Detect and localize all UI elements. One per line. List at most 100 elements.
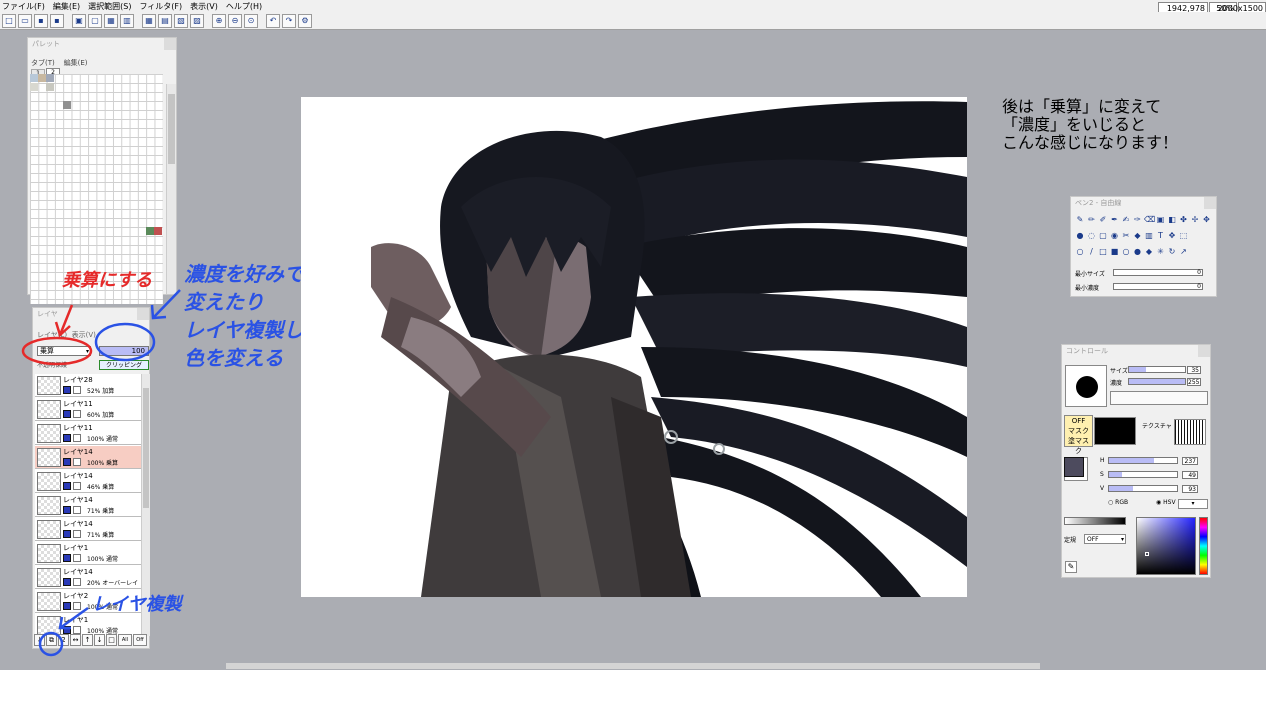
layer-lock-icon[interactable] — [73, 506, 81, 514]
layer-row[interactable]: レイヤ1 100% 通常 — [35, 614, 141, 636]
airbrush-icon[interactable]: ✐ — [1098, 215, 1108, 225]
layer-lock-icon[interactable] — [73, 530, 81, 538]
layer-row[interactable]: レイヤ14 20% オーバーレイ — [35, 566, 141, 589]
layer-row[interactable]: レイヤ11 60% 加算 — [35, 398, 141, 421]
value-value[interactable]: 93 — [1182, 485, 1198, 493]
transform-icon[interactable]: ✥ — [1167, 231, 1177, 241]
layer-visibility-icon[interactable] — [63, 434, 71, 442]
sparkle-icon[interactable]: ✳ — [1156, 247, 1166, 257]
layer-row[interactable]: レイヤ28 52% 加算 — [35, 374, 141, 397]
layer-visibility-icon[interactable] — [63, 386, 71, 394]
density-slider[interactable] — [1128, 378, 1186, 385]
brush-icon[interactable]: ✒ — [1110, 215, 1120, 225]
layer-lock-icon[interactable] — [73, 602, 81, 610]
open-file-icon[interactable]: ▭ — [18, 13, 32, 28]
move-up-button[interactable]: ↑ — [82, 634, 93, 646]
menu-file[interactable]: ファイル(F) — [2, 1, 45, 12]
selection-eraser-icon[interactable]: ◧ — [1167, 215, 1177, 225]
text-icon[interactable]: T — [1156, 231, 1166, 241]
texture-swatch[interactable] — [1174, 419, 1206, 445]
layer-menu-layer[interactable]: レイヤ(L) — [37, 331, 67, 339]
menu-help[interactable]: ヘルプ(H) — [226, 1, 262, 12]
rgb-radio[interactable]: ○ RGB — [1108, 499, 1128, 506]
mask-toggle[interactable]: OFF マスク 塗マスク — [1064, 415, 1093, 455]
circle-icon[interactable]: ○ — [1121, 247, 1131, 257]
value-slider[interactable] — [1108, 485, 1178, 492]
duplicate-layer-button[interactable]: ⧉ — [46, 634, 57, 646]
move-down-button[interactable]: ↓ — [94, 634, 105, 646]
curve-icon[interactable]: ○ — [1075, 247, 1085, 257]
layer-lock-icon[interactable] — [73, 410, 81, 418]
layer-visibility-icon[interactable] — [63, 530, 71, 538]
transfer-layer-button[interactable]: ↔ — [70, 634, 81, 646]
clear-layer-button[interactable]: □ — [106, 634, 117, 646]
layer-visibility-icon[interactable] — [63, 458, 71, 466]
save-as-icon[interactable]: ▪ — [50, 13, 64, 28]
rect-select-icon[interactable]: ⬚ — [1179, 231, 1189, 241]
size-value[interactable]: 35 — [1187, 366, 1201, 374]
new-layer-button[interactable]: ↓ — [34, 634, 45, 646]
select-icon[interactable]: ▣ — [1156, 215, 1166, 225]
color-picker-square[interactable] — [1136, 517, 1196, 575]
close-icon[interactable] — [1198, 345, 1210, 357]
ruler-dropdown[interactable]: OFF ▾ — [1084, 534, 1126, 544]
pen-icon[interactable]: ✎ — [1075, 215, 1085, 225]
selection-icon[interactable]: ▣ — [72, 13, 86, 28]
scissors-icon[interactable]: ✂ — [1121, 231, 1131, 241]
eraser-icon[interactable]: ⌫ — [1144, 215, 1155, 225]
undo-icon[interactable]: ↶ — [266, 13, 280, 28]
blur-icon[interactable]: ◌ — [1087, 231, 1097, 241]
layer-lock-icon[interactable] — [73, 386, 81, 394]
hsv-radio[interactable]: ◉ HSV — [1156, 499, 1176, 506]
menu-edit[interactable]: 編集(E) — [53, 1, 80, 12]
bucket-icon[interactable]: ▢ — [1098, 231, 1108, 241]
close-icon[interactable] — [164, 38, 176, 50]
min-size-slider[interactable]: 0 — [1113, 269, 1203, 276]
diamond-icon[interactable]: ◆ — [1144, 247, 1154, 257]
water-icon[interactable]: ● — [1075, 231, 1085, 241]
palette-menu-edit[interactable]: 編集(E) — [64, 59, 88, 67]
layer-lock-icon[interactable] — [73, 626, 81, 634]
brush-size-presets[interactable] — [1110, 391, 1208, 405]
rotate-icon[interactable]: ↻ — [1167, 247, 1177, 257]
protect-opacity-checkbox[interactable]: 不透明保護 — [37, 360, 67, 369]
filled-circle-icon[interactable]: ● — [1133, 247, 1143, 257]
lasso-icon[interactable]: ✤ — [1179, 215, 1189, 225]
mask-color-swatch[interactable] — [1094, 417, 1136, 445]
layer-lock-icon[interactable] — [73, 434, 81, 442]
layer-lock-icon[interactable] — [73, 554, 81, 562]
hue-slider[interactable] — [1108, 457, 1178, 464]
merge-layer-button[interactable]: 2 — [58, 634, 69, 646]
layer-visibility-icon[interactable] — [63, 626, 71, 634]
layer-row[interactable]: レイヤ11 100% 通常 — [35, 422, 141, 445]
saturation-value[interactable]: 49 — [1182, 471, 1198, 479]
palette-scrollbar[interactable] — [166, 84, 176, 294]
menu-view[interactable]: 表示(V) — [190, 1, 218, 12]
saturation-slider[interactable] — [1108, 471, 1178, 478]
eyedropper-icon[interactable]: ✎ — [1065, 561, 1077, 573]
layer-visibility-icon[interactable] — [63, 554, 71, 562]
filled-square-icon[interactable]: ■ — [1110, 247, 1120, 257]
menu-filter[interactable]: フィルタ(F) — [139, 1, 182, 12]
layer-lock-icon[interactable] — [73, 578, 81, 586]
pencil-icon[interactable]: ✏ — [1087, 215, 1097, 225]
layer-lock-icon[interactable] — [73, 482, 81, 490]
layer-lock-icon[interactable] — [73, 458, 81, 466]
layer-menu-view[interactable]: 表示(V) — [72, 331, 96, 339]
clipping-toggle[interactable]: クリッピング — [99, 360, 149, 370]
grid2-icon[interactable]: ▤ — [158, 13, 172, 28]
invert-selection-icon[interactable]: ▦ — [104, 13, 118, 28]
grid3-icon[interactable]: ▧ — [174, 13, 188, 28]
show-all-button[interactable]: All — [118, 634, 132, 646]
layer-row[interactable]: レイヤ14 71% 乗算 — [35, 518, 141, 541]
marker-icon[interactable]: ✑ — [1133, 215, 1143, 225]
watercolor-icon[interactable]: ✍ — [1121, 215, 1131, 225]
color-mode-dropdown[interactable]: ▾ — [1178, 499, 1208, 509]
deselect-icon[interactable]: ▢ — [88, 13, 102, 28]
density-value[interactable]: 255 — [1187, 378, 1201, 386]
fill-icon[interactable]: ▥ — [1144, 231, 1154, 241]
foreground-color-swatch[interactable] — [1064, 457, 1084, 477]
size-slider[interactable] — [1128, 366, 1186, 373]
grid-icon[interactable]: ▦ — [142, 13, 156, 28]
line-icon[interactable]: / — [1087, 247, 1097, 257]
